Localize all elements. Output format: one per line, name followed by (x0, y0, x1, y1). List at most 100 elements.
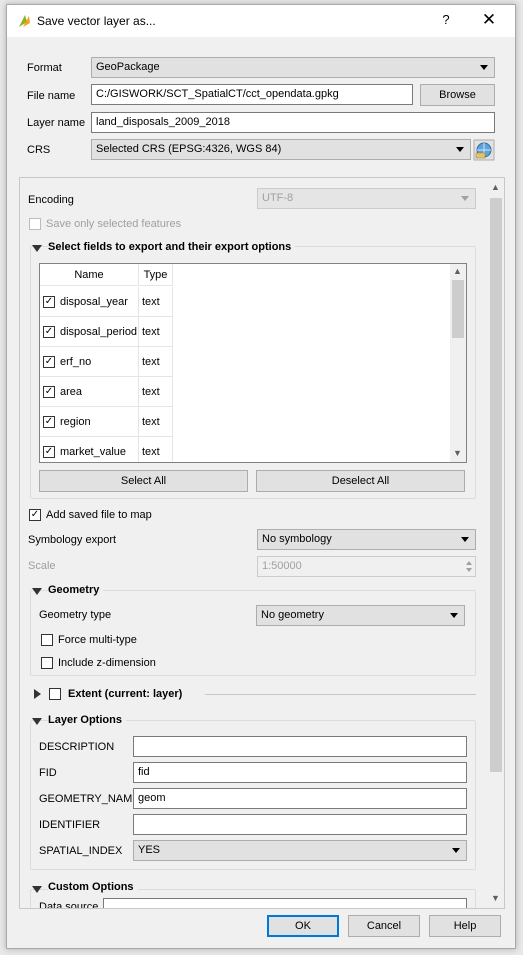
field-name: disposal_period (60, 326, 138, 338)
geometry-type-select[interactable]: No geometry (256, 605, 465, 626)
chevron-down-icon (461, 537, 469, 542)
options-scrollbar[interactable]: ▲ ▼ (488, 178, 504, 908)
field-name: disposal_year (60, 296, 128, 308)
field-checkbox[interactable]: ✓ (43, 326, 55, 338)
geometry-type-label: Geometry type (39, 609, 112, 621)
scrollbar-thumb[interactable] (490, 198, 502, 772)
add-saved-checkbox[interactable]: ✓ (29, 509, 41, 521)
scroll-down-icon[interactable]: ▼ (488, 893, 503, 903)
include-z-checkbox[interactable] (41, 657, 53, 669)
field-checkbox[interactable]: ✓ (43, 356, 55, 368)
browse-button[interactable]: Browse (420, 84, 495, 106)
crs-label: CRS (27, 144, 51, 156)
geometry-name-input[interactable]: geom (133, 788, 467, 809)
spatial-index-label: SPATIAL_INDEX (39, 845, 123, 857)
fields-table-scrollbar[interactable]: ▲ ▼ (450, 264, 466, 462)
force-multi-label: Force multi-type (58, 634, 137, 646)
format-label: Format (27, 62, 62, 74)
save-vector-layer-dialog: Save vector layer as... ? ✕ Format GeoPa… (6, 4, 516, 949)
extent-section-title[interactable]: Extent (current: layer) (68, 688, 187, 700)
scroll-up-icon[interactable]: ▲ (450, 266, 465, 276)
field-name-cell[interactable]: ✓ area (40, 377, 139, 407)
field-name-cell[interactable]: ✓ market_value (40, 437, 139, 462)
filename-label: File name (27, 90, 76, 102)
include-z-label: Include z-dimension (58, 657, 156, 669)
table-row[interactable]: ✓ disposal_period text (40, 317, 173, 347)
geometry-name-label: GEOMETRY_NAME (39, 793, 140, 805)
description-input[interactable] (133, 736, 467, 757)
chevron-down-icon (450, 613, 458, 618)
ok-button[interactable]: OK (267, 915, 339, 937)
symbology-label: Symbology export (28, 534, 117, 546)
field-name-cell[interactable]: ✓ region (40, 407, 139, 437)
fid-input[interactable]: fid (133, 762, 467, 783)
description-label: DESCRIPTION (39, 741, 115, 753)
field-type-cell[interactable]: text (139, 317, 173, 347)
custom-options-title[interactable]: Custom Options (48, 881, 138, 893)
cancel-button[interactable]: Cancel (348, 915, 420, 937)
layername-input[interactable]: land_disposals_2009_2018 (91, 112, 495, 133)
deselect-all-button[interactable]: Deselect All (256, 470, 465, 492)
field-name-cell[interactable]: ✓ disposal_period (40, 317, 139, 347)
table-row[interactable]: ✓ disposal_year text (40, 287, 173, 317)
geometry-section-title[interactable]: Geometry (48, 584, 104, 596)
layer-options-title[interactable]: Layer Options (48, 714, 126, 726)
field-checkbox[interactable]: ✓ (43, 416, 55, 428)
chevron-down-icon (456, 147, 464, 152)
force-multi-checkbox[interactable] (41, 634, 53, 646)
scroll-down-icon[interactable]: ▼ (450, 448, 465, 458)
crs-selector-globe-icon[interactable] (473, 139, 495, 161)
field-type-cell[interactable]: text (139, 347, 173, 377)
fields-section-title[interactable]: Select fields to export and their export… (48, 241, 296, 253)
field-checkbox[interactable]: ✓ (43, 296, 55, 308)
collapse-triangle-icon[interactable] (32, 886, 42, 893)
table-row[interactable]: ✓ market_value text (40, 437, 173, 462)
field-checkbox[interactable]: ✓ (43, 446, 55, 458)
filename-input[interactable]: C:/GISWORK/SCT_SpatialCT/cct_opendata.gp… (91, 84, 413, 105)
collapse-triangle-icon[interactable] (32, 245, 42, 252)
encoding-select: UTF-8 (257, 188, 476, 209)
field-checkbox[interactable]: ✓ (43, 386, 55, 398)
fields-table[interactable]: Name Type ✓ disposal_year text ✓ disposal_pe… (39, 263, 467, 463)
scrollbar-thumb[interactable] (452, 280, 464, 338)
field-name-cell[interactable]: ✓ disposal_year (40, 287, 139, 317)
data-source-input[interactable] (103, 898, 467, 908)
crs-select[interactable]: Selected CRS (EPSG:4326, WGS 84) (91, 139, 471, 160)
identifier-input[interactable] (133, 814, 467, 835)
table-row[interactable]: ✓ region text (40, 407, 173, 437)
chevron-down-icon (461, 196, 469, 201)
column-header-type[interactable]: Type (139, 264, 173, 286)
select-all-button[interactable]: Select All (39, 470, 248, 492)
save-selected-label: Save only selected features (46, 218, 182, 230)
field-type-cell[interactable]: text (139, 377, 173, 407)
spatial-index-select[interactable]: YES (133, 840, 467, 861)
spin-down-icon (466, 568, 472, 572)
options-scroll-area[interactable]: Encoding UTF-8 Save only selected featur… (19, 177, 505, 909)
collapse-triangle-icon[interactable] (32, 588, 42, 595)
spin-up-icon (466, 561, 472, 565)
layer-options-group: DESCRIPTION FID fid GEOMETRY_NAME geom I… (30, 720, 476, 870)
scale-value: 1:50000 (262, 560, 302, 572)
close-icon[interactable]: ✕ (479, 10, 499, 30)
data-source-label: Data source (39, 901, 99, 909)
extent-checkbox[interactable] (49, 688, 61, 700)
field-name: area (60, 386, 83, 398)
encoding-label: Encoding (28, 194, 74, 206)
table-row[interactable]: ✓ area text (40, 377, 173, 407)
symbology-select[interactable]: No symbology (257, 529, 476, 550)
format-select[interactable]: GeoPackage (91, 57, 495, 78)
collapse-triangle-icon[interactable] (32, 718, 42, 725)
scroll-up-icon[interactable]: ▲ (488, 182, 503, 192)
table-row[interactable]: ✓ erf_no text (40, 347, 173, 377)
field-name-cell[interactable]: ✓ erf_no (40, 347, 139, 377)
fields-group: Name Type ✓ disposal_year text ✓ disposal_pe… (30, 246, 476, 499)
expand-triangle-icon[interactable] (34, 689, 41, 699)
help-button[interactable]: Help (429, 915, 501, 937)
crs-value: Selected CRS (EPSG:4326, WGS 84) (96, 143, 282, 155)
add-saved-label: Add saved file to map (46, 509, 152, 521)
field-type-cell[interactable]: text (139, 437, 173, 462)
field-type-cell[interactable]: text (139, 407, 173, 437)
field-type-cell[interactable]: text (139, 287, 173, 317)
help-icon[interactable]: ? (437, 12, 455, 27)
column-header-name[interactable]: Name (40, 264, 139, 286)
